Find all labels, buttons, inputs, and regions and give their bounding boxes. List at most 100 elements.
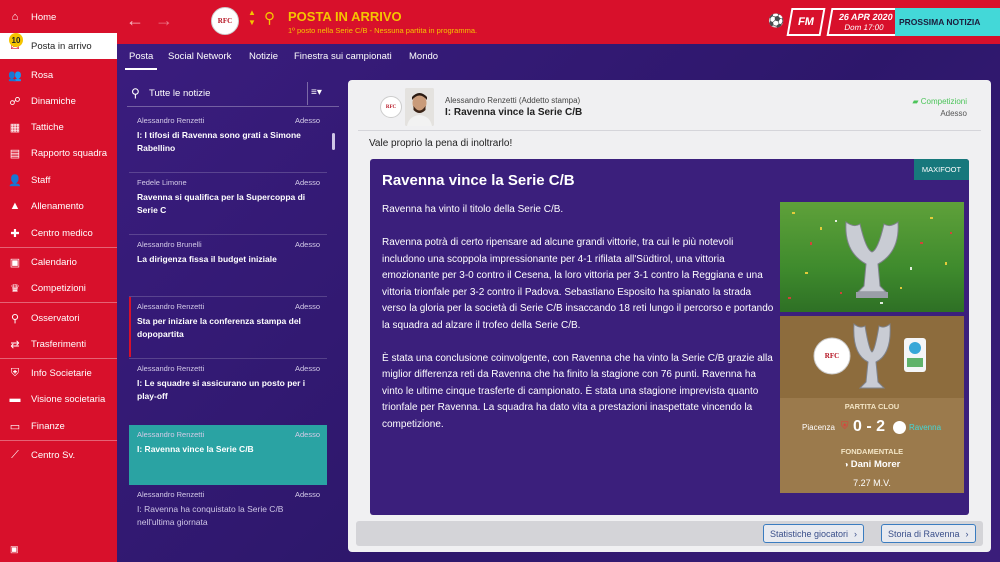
news-time: Adesso (294, 490, 320, 499)
sidebar-divider (0, 440, 117, 441)
tab-posta[interactable]: Posta (124, 51, 158, 70)
sidebar-collapse-icon[interactable]: ▣ (10, 544, 19, 555)
message-panel: RFC Alessandro Renzetti (Addetto stampa)… (348, 80, 991, 552)
key-player[interactable]: ◑ Dani Morer (780, 459, 964, 470)
article-title: Ravenna vince la Serie C/B (382, 172, 575, 189)
article-paragraph: Ravenna potrà di certo ripensare ad alcu… (382, 237, 774, 331)
sidebar-item-dynamics[interactable]: ☍ Dinamiche (0, 88, 117, 114)
news-article: MAXIFOOT Ravenna vince la Serie C/B Rave… (370, 159, 969, 515)
player-stats-label: Statistiche giocatori (770, 528, 849, 539)
home-team[interactable]: Piacenza (802, 423, 835, 432)
sidebar-item-club-vision[interactable]: ▬ Visione societaria (0, 386, 117, 412)
message-category-label: Competizioni (920, 97, 967, 106)
report-icon: ▤ (9, 147, 21, 160)
scouting-icon: ⚲ (10, 312, 20, 325)
club-logo[interactable]: RFC (211, 7, 239, 35)
search-icon[interactable]: ⚲ (131, 86, 140, 100)
back-arrow-icon[interactable]: ← (126, 10, 144, 31)
away-team[interactable]: Ravenna (909, 423, 941, 432)
next-news-button[interactable]: PROSSIMA NOTIZIA (895, 8, 1000, 36)
search-icon[interactable]: ⚲ (264, 9, 275, 27)
sidebar-item-development[interactable]: ⟋ Centro Sv. (0, 442, 117, 468)
news-author: Alessandro Renzetti (137, 364, 205, 373)
news-item[interactable]: Alessandro Renzetti Adesso I: Ravenna ha… (129, 485, 327, 545)
news-author: Alessandro Renzetti (137, 430, 205, 439)
sidebar-item-label: Competizioni (31, 282, 86, 294)
tab-finestra-campionati[interactable]: Finestra sui campionati (294, 51, 392, 62)
news-filter-label[interactable]: Tutte le notizie (149, 88, 210, 99)
sidebar-item-club-info[interactable]: ⛨ Info Societarie (0, 360, 117, 386)
sidebar-item-home[interactable]: ⌂ Home (0, 4, 117, 30)
sidebar-item-scouting[interactable]: ⚲ Osservatori (0, 305, 117, 331)
medical-icon: ✚ (10, 227, 20, 240)
club-info-icon: ⛨ (10, 366, 20, 379)
news-headline: I: Ravenna ha conquistato la Serie C/B n… (137, 504, 284, 527)
forward-arrow-icon[interactable]: → (155, 10, 173, 31)
sidebar-item-transfers[interactable]: ⇄ Trasferimenti (0, 331, 117, 357)
message-sender[interactable]: Alessandro Renzetti (Addetto stampa) (445, 96, 580, 105)
date-display[interactable]: 26 APR 2020 Dom 17:00 (826, 8, 904, 36)
news-time: Adesso (294, 178, 320, 187)
sidebar-item-label: Rapporto squadra (31, 147, 108, 159)
news-item[interactable]: Alessandro Renzetti Adesso Sta per inizi… (129, 297, 327, 357)
sidebar-item-label: Centro medico (31, 227, 93, 239)
sidebar-item-staff[interactable]: 👤 Staff (0, 167, 117, 193)
card-header: RFC (780, 316, 964, 398)
player-stats-button[interactable]: Statistiche giocatori › (763, 524, 865, 543)
club-history-button[interactable]: Storia di Ravenna › (881, 524, 976, 543)
staff-icon: 👤 (8, 174, 22, 187)
news-filter-bar: ⚲ Tutte le notizie ≡▾ (127, 80, 339, 107)
sidebar-item-label: Allenamento (31, 200, 84, 212)
message-action-bar: Statistiche giocatori › Storia di Ravenna… (356, 521, 983, 546)
news-item[interactable]: Alessandro Renzetti Adesso I: Le squadre… (129, 359, 327, 419)
sidebar-item-calendar[interactable]: ▣ Calendario (0, 249, 117, 275)
news-item[interactable]: Alessandro Renzetti Adesso I: I tifosi d… (129, 111, 327, 171)
chevron-updown-icon[interactable]: ▲ ▼ (248, 8, 256, 28)
news-time: Adesso (294, 116, 320, 125)
list-menu-icon[interactable]: ≡▾ (311, 87, 322, 98)
fm-menu-button[interactable]: FM (786, 8, 826, 36)
match-score-row: Piacenza ⛨ 0 - 2 Ravenna (780, 416, 964, 436)
sidebar-item-label: Finanze (31, 420, 65, 432)
calendar-icon: ▣ (9, 256, 21, 269)
home-shield-icon: ⛨ (841, 421, 849, 432)
dynamics-icon: ☍ (9, 95, 21, 108)
sender-avatar[interactable] (405, 88, 434, 126)
chevron-right-icon: › (854, 528, 858, 539)
club-logo-text: RFC (824, 352, 840, 360)
training-icon: ▲ (9, 200, 21, 212)
trophy-photo (780, 202, 964, 312)
sidebar-item-label: Posta in arrivo (31, 40, 92, 52)
ball-icon[interactable]: ⚽ (768, 13, 784, 29)
match-score: 0 - 2 (853, 418, 886, 435)
sidebar-item-finances[interactable]: ▭ Finanze (0, 413, 117, 439)
sidebar-item-label: Visione societaria (31, 393, 106, 405)
article-paragraph: Ravenna ha vinto il titolo della Serie C… (382, 204, 564, 215)
news-author: Alessandro Renzetti (137, 302, 205, 311)
match-card[interactable]: RFC PARTITA CLOU Piacenza ⛨ 0 - 2 Ravenn… (780, 316, 964, 493)
sidebar-item-tactics[interactable]: ▦ Tattiche (0, 114, 117, 140)
news-item-selected[interactable]: Alessandro Renzetti Adesso I: Ravenna vi… (129, 425, 327, 485)
tab-social-network[interactable]: Social Network (168, 51, 231, 62)
sidebar-item-label: Osservatori (31, 312, 80, 324)
sidebar-item-squad[interactable]: 👥 Rosa (0, 62, 117, 88)
news-list-scrollbar[interactable] (332, 133, 335, 150)
vision-icon: ▬ (9, 393, 21, 405)
club-logo: RFC (380, 96, 402, 118)
sidebar-item-competitions[interactable]: ♛ Competizioni (0, 275, 117, 301)
sidebar-item-label: Trasferimenti (31, 338, 87, 350)
home-icon: ⌂ (11, 11, 19, 23)
development-icon: ⟋ (11, 448, 19, 461)
message-time: Adesso (940, 109, 967, 118)
key-player-name: Dani Morer (850, 459, 901, 470)
trophy-icon: ♛ (10, 282, 20, 295)
tab-notizie[interactable]: Notizie (249, 51, 278, 62)
sidebar-item-team-report[interactable]: ▤ Rapporto squadra (0, 140, 117, 166)
news-author: Fedele Limone (137, 178, 187, 187)
news-item[interactable]: Fedele Limone Adesso Ravenna si qualific… (129, 173, 327, 233)
sidebar-item-training[interactable]: ▲ Allenamento (0, 193, 117, 219)
divider (358, 130, 981, 131)
sidebar-item-medical[interactable]: ✚ Centro medico (0, 220, 117, 246)
tab-mondo[interactable]: Mondo (409, 51, 438, 62)
news-item[interactable]: Alessandro Brunelli Adesso La dirigenza … (129, 235, 327, 295)
